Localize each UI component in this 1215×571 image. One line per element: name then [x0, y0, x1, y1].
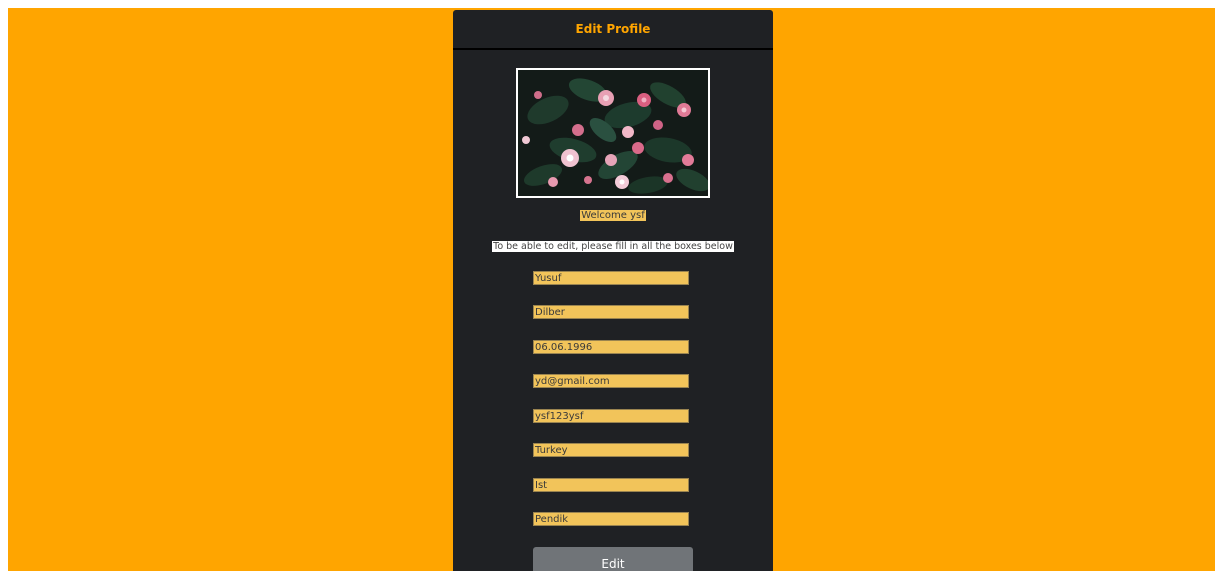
- edit-button[interactable]: Edit: [533, 547, 693, 571]
- email-field[interactable]: [533, 374, 689, 388]
- country-field[interactable]: [533, 443, 689, 457]
- profile-photo: [516, 68, 710, 198]
- page-title: Edit Profile: [575, 22, 651, 36]
- welcome-text: Welcome ysf: [580, 210, 646, 221]
- instruction-text: To be able to edit, please fill in all t…: [492, 241, 734, 252]
- last-name-field[interactable]: [533, 305, 689, 319]
- flower-photo-icon: [518, 70, 708, 196]
- instruction-message: To be able to edit, please fill in all t…: [453, 241, 773, 253]
- card-header: Edit Profile: [453, 10, 773, 50]
- birth-date-field[interactable]: [533, 340, 689, 354]
- page-background: Edit Profile Welcome ysf To be able to e…: [8, 8, 1215, 571]
- welcome-message: Welcome ysf: [453, 209, 773, 222]
- city-field[interactable]: [533, 478, 689, 492]
- district-field[interactable]: [533, 512, 689, 526]
- first-name-field[interactable]: [533, 271, 689, 285]
- edit-profile-card: Edit Profile Welcome ysf To be able to e…: [453, 10, 773, 571]
- password-field[interactable]: [533, 409, 689, 423]
